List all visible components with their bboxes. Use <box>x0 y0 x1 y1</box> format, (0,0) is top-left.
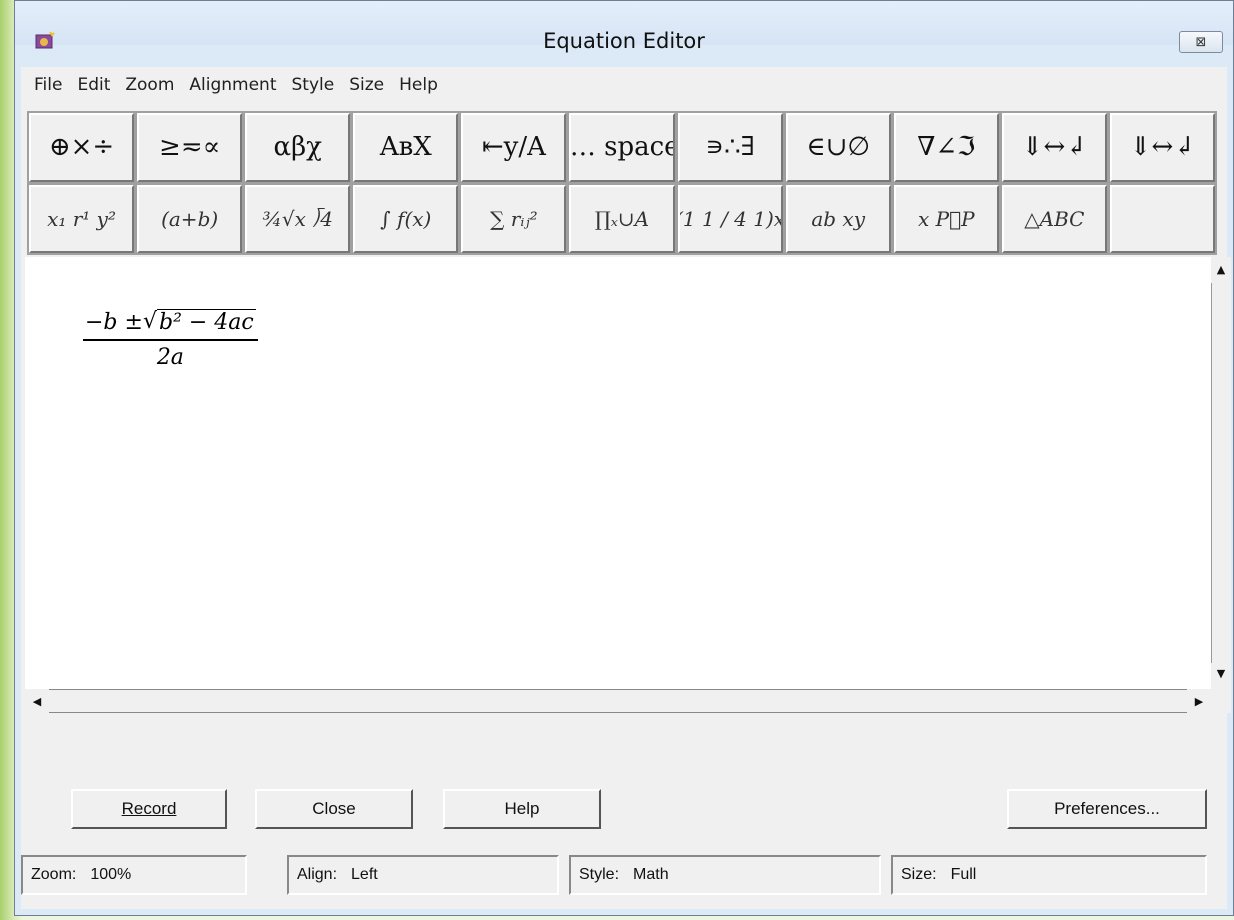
template-scripts[interactable]: x₁ r¹ y² <box>29 184 135 253</box>
zoom-value: 100% <box>90 866 132 883</box>
palette-set-theory[interactable]: ∈∪∅ <box>785 113 891 182</box>
horizontal-scroll-track[interactable] <box>49 689 1187 713</box>
vertical-scrollbar[interactable]: ▲ ▼ <box>1211 257 1231 689</box>
equation-editor-window: Equation Editor ⊠ File Edit Zoom Alignme… <box>14 0 1234 916</box>
numerator-prefix: −b ± <box>85 309 143 335</box>
template-blank[interactable] <box>1109 184 1215 253</box>
template-products-sets[interactable]: ∏ₓ∪A <box>569 184 675 253</box>
client-area: File Edit Zoom Alignment Style Size Help… <box>21 67 1231 909</box>
formula-denominator: 2a <box>156 345 184 370</box>
template-fractions-radicals[interactable]: ¾√x ⟌4 <box>245 184 351 253</box>
palette-relational-ops[interactable]: ⊕×÷ <box>29 113 135 182</box>
palette-embellishments[interactable]: ⇓↔↲ <box>1109 113 1215 182</box>
menu-size[interactable]: Size <box>348 75 385 95</box>
template-integrals[interactable]: ∫ f(x) <box>353 184 459 253</box>
status-size: Size: Full <box>891 855 1207 895</box>
menu-help[interactable]: Help <box>398 75 439 95</box>
preferences-button[interactable]: Preferences... <box>1007 789 1207 829</box>
formula-numerator: −b ± √ b² − 4ac <box>83 309 258 335</box>
equation-editing-area[interactable]: −b ± √ b² − 4ac 2a <box>25 257 1211 689</box>
help-button[interactable]: Help <box>443 789 601 829</box>
menu-alignment[interactable]: Alignment <box>188 75 277 95</box>
record-button-label: Record <box>121 799 177 818</box>
status-align: Align: Left <box>287 855 559 895</box>
template-matrices[interactable]: (1 1 / 4 1)x <box>677 184 783 253</box>
title-bar[interactable]: Equation Editor ⊠ <box>15 1 1233 53</box>
radical-sign-icon: √ <box>142 309 157 334</box>
align-label: Align: <box>297 866 338 883</box>
close-button[interactable]: Close <box>255 789 413 829</box>
palette-spaces-ellipses[interactable]: Δ… spaces <box>569 113 675 182</box>
vertical-scroll-track[interactable] <box>1211 283 1231 663</box>
close-icon: ⊠ <box>1195 34 1207 50</box>
menu-file[interactable]: File <box>33 75 63 95</box>
style-label: Style: <box>579 866 620 883</box>
template-labeled-arrows[interactable]: x P⃗P <box>893 184 999 253</box>
size-value: Full <box>950 866 977 883</box>
menu-bar: File Edit Zoom Alignment Style Size Help <box>21 67 1227 103</box>
palette-arrows-2[interactable]: ⇓↔↲ <box>1001 113 1107 182</box>
status-zoom: Zoom: 100% <box>21 855 247 895</box>
close-button-label: Close <box>312 799 356 818</box>
template-geometry[interactable]: △ABC <box>1001 184 1107 253</box>
quadratic-formula[interactable]: −b ± √ b² − 4ac 2a <box>83 309 258 370</box>
size-grip <box>1211 689 1231 713</box>
status-style: Style: Math <box>569 855 881 895</box>
palette-greek-upper[interactable]: AʙX <box>353 113 459 182</box>
scroll-down-arrow-icon[interactable]: ▼ <box>1211 663 1231 683</box>
close-window-button[interactable]: ⊠ <box>1179 31 1223 53</box>
palette-arrows[interactable]: ⇤y∕A <box>461 113 567 182</box>
template-underbars-overbars[interactable]: ab xy <box>785 184 891 253</box>
scroll-up-arrow-icon[interactable]: ▲ <box>1211 259 1231 279</box>
horizontal-scrollbar[interactable]: ◀ ▶ <box>25 689 1211 713</box>
palette-logic[interactable]: ∍∴∃ <box>677 113 783 182</box>
zoom-label: Zoom: <box>31 866 77 883</box>
menu-zoom[interactable]: Zoom <box>124 75 175 95</box>
align-value: Left <box>351 866 378 883</box>
radicand: b² − 4ac <box>156 309 256 335</box>
template-summations[interactable]: ∑ rᵢⱼ² <box>461 184 567 253</box>
menu-edit[interactable]: Edit <box>76 75 111 95</box>
fraction-bar <box>83 339 258 341</box>
palette-relations[interactable]: ≥≂∝ <box>137 113 243 182</box>
menu-style[interactable]: Style <box>291 75 336 95</box>
window-title: Equation Editor <box>543 29 705 53</box>
help-button-label: Help <box>504 799 540 818</box>
square-root: √ b² − 4ac <box>143 309 256 335</box>
scroll-right-arrow-icon[interactable]: ▶ <box>1189 691 1209 711</box>
preferences-button-label: Preferences... <box>1054 799 1160 818</box>
status-bar: Zoom: 100% Align: Left Style: Math Size:… <box>21 847 1227 903</box>
palette-greek-lower[interactable]: αβχ <box>245 113 351 182</box>
size-label: Size: <box>901 866 937 883</box>
style-value: Math <box>633 866 669 883</box>
template-fences[interactable]: (a+b) <box>137 184 243 253</box>
record-button[interactable]: Record <box>71 789 227 829</box>
scroll-left-arrow-icon[interactable]: ◀ <box>27 691 47 711</box>
symbol-template-palette: ⊕×÷ ≥≂∝ αβχ AʙX ⇤y∕A Δ… spaces ∍∴∃ ∈∪∅ ∇… <box>27 111 1217 255</box>
palette-misc-symbols[interactable]: ∇∠ℑ <box>893 113 999 182</box>
